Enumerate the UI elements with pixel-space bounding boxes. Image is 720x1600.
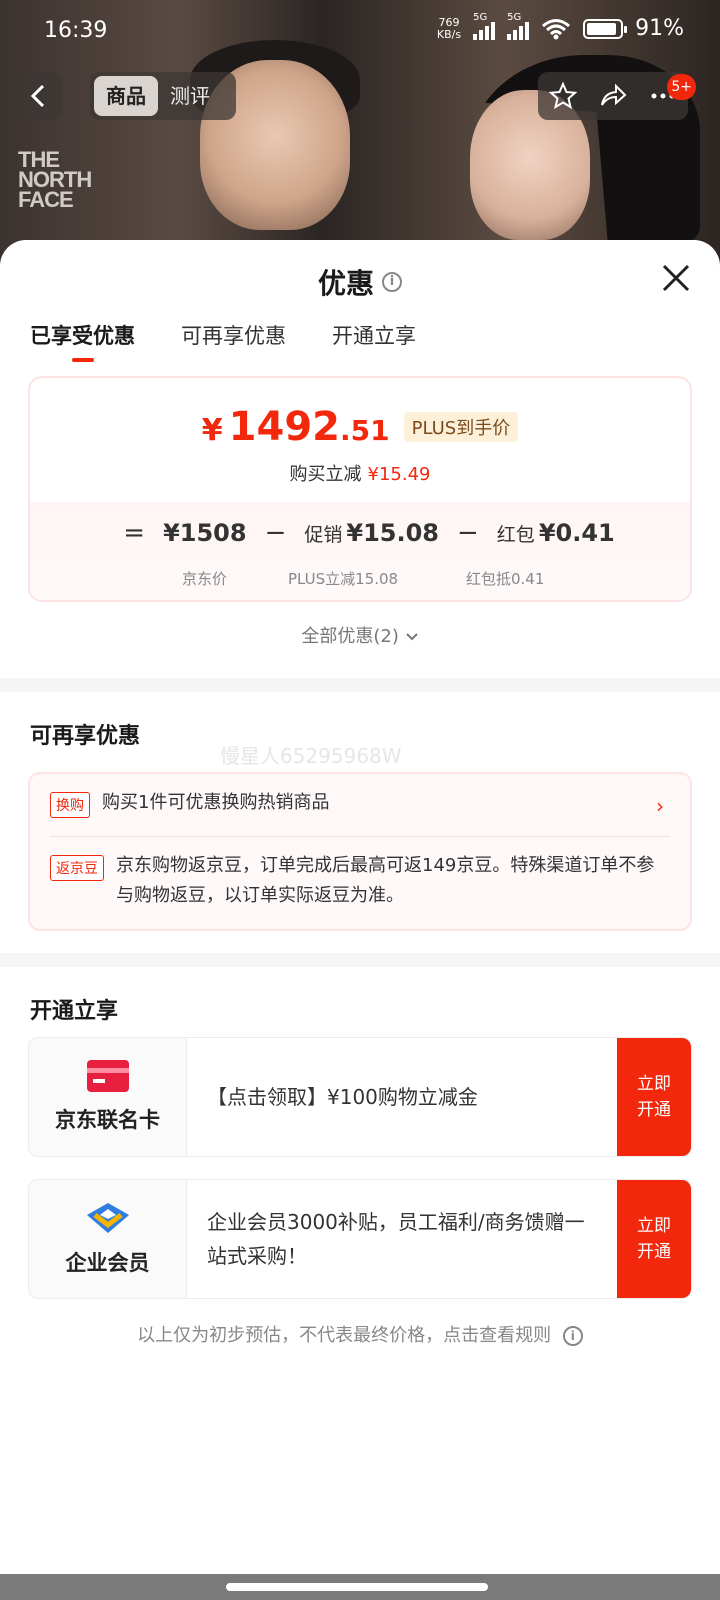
sheet-header: 优惠 i	[0, 240, 720, 314]
wifi-icon	[542, 18, 571, 39]
status-icons: 769 KB/s 5G 5G 91%	[436, 12, 684, 42]
enterprise-diamond-icon	[86, 1203, 129, 1233]
home-indicator-bar	[0, 1574, 720, 1600]
final-price: ¥ 1492 .51 PLUS到手价	[202, 404, 519, 450]
open-now-button[interactable]: 立即开通	[617, 1180, 691, 1298]
status-time: 16:39	[44, 18, 108, 43]
product-tabs: 商品 测评	[90, 72, 236, 120]
enterprise-member-offer: 企业会员 企业会员3000补贴，员工福利/商务馈赠一站式采购！ 立即开通	[28, 1179, 692, 1299]
base-price: ¥1508	[163, 519, 247, 547]
discount-tabs: 已享受优惠 可再享优惠 开通立享	[0, 314, 720, 364]
network-speed: 769 KB/s	[436, 15, 462, 41]
base-price-label: 京东价	[182, 570, 228, 588]
instant-discount: 购买立减 ¥15.49	[289, 464, 431, 485]
tab-enjoyed[interactable]: 已享受优惠	[30, 314, 135, 364]
red-packet-value: ¥0.41	[538, 519, 615, 547]
list-item-exchange[interactable]: 换购 购买1件可优惠换购热销商品 ›	[50, 774, 670, 836]
more-offers-card: 换购 购买1件可优惠换购热销商品 › 返京豆 京东购物返京豆，订单完成后最高可返…	[28, 772, 692, 931]
plus-price-tag: PLUS到手价	[403, 412, 519, 442]
star-icon[interactable]	[548, 81, 578, 111]
all-offers-toggle[interactable]: 全部优惠(2)	[0, 622, 720, 662]
red-packet-label: 红包抵0.41	[466, 570, 545, 588]
battery-icon	[583, 18, 628, 39]
tab-open-benefits[interactable]: 开通立享	[332, 314, 416, 364]
promo-label: PLUS立减15.08	[288, 570, 399, 588]
section-divider	[0, 953, 720, 967]
share-icon[interactable]	[598, 81, 628, 111]
chevron-down-icon	[405, 633, 418, 641]
exchange-tag: 换购	[50, 792, 90, 818]
info-icon: i	[562, 1326, 583, 1346]
co-brand-card-offer: 京东联名卡 【点击领取】¥100购物立减金 立即开通	[28, 1037, 692, 1157]
tab-review[interactable]: 测评	[158, 76, 222, 116]
brand-logo: THE NORTH FACE	[18, 147, 92, 212]
notification-badge: 5+	[667, 74, 696, 100]
back-button[interactable]	[14, 72, 62, 120]
home-indicator[interactable]	[226, 1583, 488, 1591]
close-icon[interactable]	[660, 262, 692, 294]
battery-percent: 91%	[635, 16, 684, 41]
sheet-title: 优惠	[317, 267, 374, 300]
rules-footnote[interactable]: 以上仅为初步预估，不代表最终价格，点击查看规则 i	[0, 1321, 720, 1347]
discount-sheet: 优惠 i 已享受优惠 可再享优惠 开通立享 ¥ 1492 .51 PLUS到手价…	[0, 240, 720, 1600]
section-title-open: 开通立享	[30, 999, 119, 1024]
beans-tag: 返京豆	[50, 855, 104, 881]
list-item-beans: 返京豆 京东购物返京豆，订单完成后最高可返149京豆。特殊渠道订单不参与购物返豆…	[50, 836, 670, 929]
tab-product[interactable]: 商品	[94, 76, 158, 116]
price-breakdown-card: ¥ 1492 .51 PLUS到手价 购买立减 ¥15.49 = ¥1508 − …	[28, 376, 692, 602]
section-divider	[0, 678, 720, 692]
tab-more-offers[interactable]: 可再享优惠	[181, 314, 286, 364]
price-calculation: = ¥1508 − 促销 ¥15.08 − 红包 ¥0.41 京东价 PLUS立…	[30, 502, 690, 600]
top-right-actions	[538, 72, 688, 120]
status-bar: 16:39 769 KB/s 5G 5G 91%	[0, 0, 720, 62]
chevron-left-icon	[30, 84, 45, 108]
credit-card-icon	[86, 1060, 129, 1092]
chevron-right-icon: ›	[656, 794, 664, 818]
promo-value: ¥15.08	[346, 519, 439, 547]
open-now-button[interactable]: 立即开通	[617, 1038, 691, 1156]
signal-icon-2: 5G	[507, 12, 530, 40]
info-icon[interactable]: i	[382, 272, 402, 292]
watermark: 慢星人65295968W	[220, 744, 402, 768]
signal-icon: 5G	[473, 12, 496, 40]
